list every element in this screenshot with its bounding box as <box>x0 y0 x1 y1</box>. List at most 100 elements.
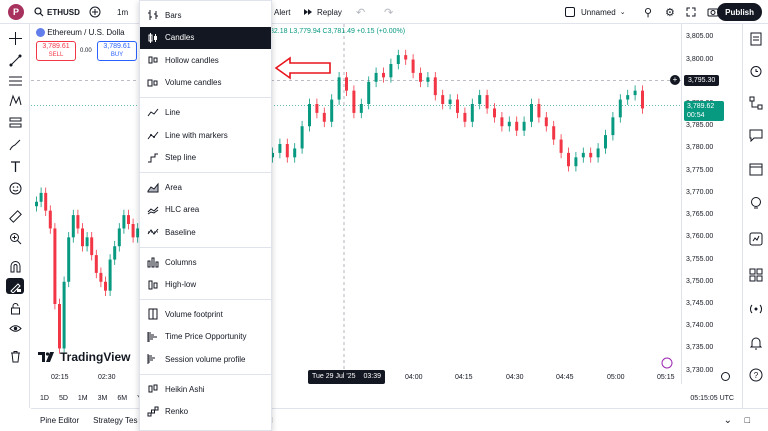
chart-type-volume-candles[interactable]: Volume candles <box>140 72 271 94</box>
grid-icon[interactable] <box>749 268 763 282</box>
chart-type-hollow-candles[interactable]: Hollow candles <box>140 49 271 71</box>
tab-pine-editor[interactable]: Pine Editor <box>40 416 79 425</box>
projection-tool[interactable] <box>6 114 24 130</box>
user-avatar[interactable]: P <box>8 4 24 20</box>
pattern-tool[interactable] <box>6 92 24 108</box>
candle-body <box>574 157 578 167</box>
candle-body <box>419 72 422 82</box>
text-tool[interactable] <box>6 158 24 174</box>
candle-body <box>441 95 445 104</box>
publish-button[interactable]: Publish <box>717 3 762 21</box>
range-bar: 1D5D1M3M6MYTD 05:15:05 UTC <box>31 388 742 408</box>
chart-type-heikin-ashi[interactable]: Heikin Ashi <box>140 378 271 400</box>
buy-label: BUY <box>110 52 124 58</box>
buy-price: 3,789.61 <box>103 43 131 50</box>
measure-tool[interactable] <box>6 208 24 224</box>
settings-button[interactable]: ⚙ <box>665 0 675 24</box>
pattern-icon <box>9 94 21 106</box>
redo-button[interactable]: ↷ <box>384 0 393 24</box>
chart-type-line[interactable]: Line <box>140 101 271 123</box>
crosshair-clock: 03:39 <box>363 373 382 380</box>
emoji-tool[interactable] <box>6 180 24 196</box>
price-tick-label: 3,750.00 <box>686 277 714 285</box>
chart-type-line-with-markers[interactable]: Line with markers <box>140 124 271 146</box>
price-chart[interactable] <box>31 24 681 384</box>
clock[interactable]: 05:15:05 UTC <box>690 395 734 402</box>
object-tree-icon[interactable] <box>749 96 763 110</box>
candle-body <box>94 255 98 273</box>
range-button-5d[interactable]: 5D <box>59 395 68 402</box>
interval-button[interactable]: 1m <box>117 0 128 24</box>
time-tick-label: 02:30 <box>98 374 116 381</box>
baseline-icon <box>146 225 160 239</box>
undo-button[interactable]: ↶ <box>356 0 365 24</box>
fullscreen-button[interactable] <box>686 0 696 24</box>
candle-body <box>367 81 371 104</box>
chart-type-step-line[interactable]: Step line <box>140 147 271 169</box>
stay-drawing-tool[interactable] <box>6 278 24 294</box>
price-tick-label: 3,765.00 <box>686 211 714 219</box>
range-button-3m[interactable]: 3M <box>98 395 108 402</box>
chart-type-session-volume-profile[interactable]: Session volume profile <box>140 348 271 370</box>
chart-type-more[interactable] <box>140 423 271 430</box>
range-button-6m[interactable]: 6M <box>117 395 127 402</box>
chart-type-time-price-opportunity[interactable]: Time Price Opportunity <box>140 326 271 348</box>
chevron-down-icon[interactable]: ⌄ <box>724 415 732 426</box>
lock-tool[interactable] <box>6 300 24 316</box>
broadcast-icon[interactable] <box>749 302 763 316</box>
chart-type-candles[interactable]: Candles <box>140 26 271 49</box>
replay-button[interactable]: Replay <box>303 0 342 24</box>
brush-tool[interactable] <box>6 136 24 152</box>
menu-separator <box>140 247 271 248</box>
chart-type-baseline[interactable]: Baseline <box>140 221 271 243</box>
help-icon[interactable]: ? <box>749 368 763 382</box>
time-axis-settings-icon[interactable] <box>721 372 730 381</box>
chart-type-label: Volume candles <box>165 78 222 88</box>
candle-body <box>71 215 75 238</box>
layout-icon <box>565 7 575 17</box>
hide-tool[interactable] <box>6 320 24 336</box>
price-axis[interactable]: 3,805.003,800.003,795.003,790.003,785.00… <box>670 24 742 384</box>
chat-icon[interactable] <box>749 128 763 142</box>
compare-button[interactable] <box>89 0 101 24</box>
chart-type-volume-footprint[interactable]: Volume footprint <box>140 303 271 325</box>
alert-button[interactable]: Alert <box>274 0 290 24</box>
screener-icon[interactable] <box>749 232 763 246</box>
ideas-icon[interactable] <box>749 196 763 210</box>
quick-search-button[interactable]: ⚲ <box>644 0 652 24</box>
chart-type-area[interactable]: Area <box>140 176 271 198</box>
calendar-icon[interactable] <box>749 162 763 176</box>
candle-body <box>322 112 326 122</box>
range-button-1m[interactable]: 1M <box>78 395 88 402</box>
candle-body <box>530 104 533 122</box>
magnet-tool[interactable] <box>6 258 24 274</box>
trend-line-tool[interactable] <box>6 52 24 68</box>
layout-name: Unnamed <box>581 7 616 17</box>
chart-type-columns[interactable]: Columns <box>140 251 271 273</box>
magnifier-icon: ⚲ <box>644 6 653 19</box>
candle-body <box>522 121 526 131</box>
maximize-icon[interactable]: □ <box>745 415 750 425</box>
buy-button[interactable]: 3,789.61 BUY <box>97 41 137 61</box>
time-axis[interactable]: 02:15 02:30 04:00 04:15 04:30 04:45 05:00 05:15… <box>31 368 742 388</box>
delete-tool[interactable] <box>6 348 24 364</box>
chart-type-high-low[interactable]: High-low <box>140 274 271 296</box>
symbol-search-button[interactable]: ETHUSD <box>34 0 80 24</box>
range-button-1d[interactable]: 1D <box>40 395 49 402</box>
layout-button[interactable]: Unnamed ⌄ <box>565 0 626 24</box>
chart-type-bars[interactable]: Bars <box>140 4 271 26</box>
candle-body <box>76 215 80 229</box>
candle-body <box>81 228 84 247</box>
candle-body <box>99 272 103 282</box>
alarm-clock-icon[interactable] <box>749 64 763 78</box>
crosshair-tool[interactable] <box>6 30 24 46</box>
watchlist-icon[interactable] <box>749 32 763 46</box>
fib-tool[interactable] <box>6 72 24 88</box>
chart-type-renko[interactable]: Renko <box>140 401 271 423</box>
sell-button[interactable]: 3,789.61 SELL <box>36 41 76 61</box>
chart-type-hlc-area[interactable]: HLC area <box>140 199 271 221</box>
tab-strategy-tester[interactable]: Strategy Tes <box>93 416 137 425</box>
notifications-icon[interactable] <box>749 336 763 350</box>
price-tick-label: 3,805.00 <box>686 33 714 41</box>
zoom-tool[interactable] <box>6 230 24 246</box>
